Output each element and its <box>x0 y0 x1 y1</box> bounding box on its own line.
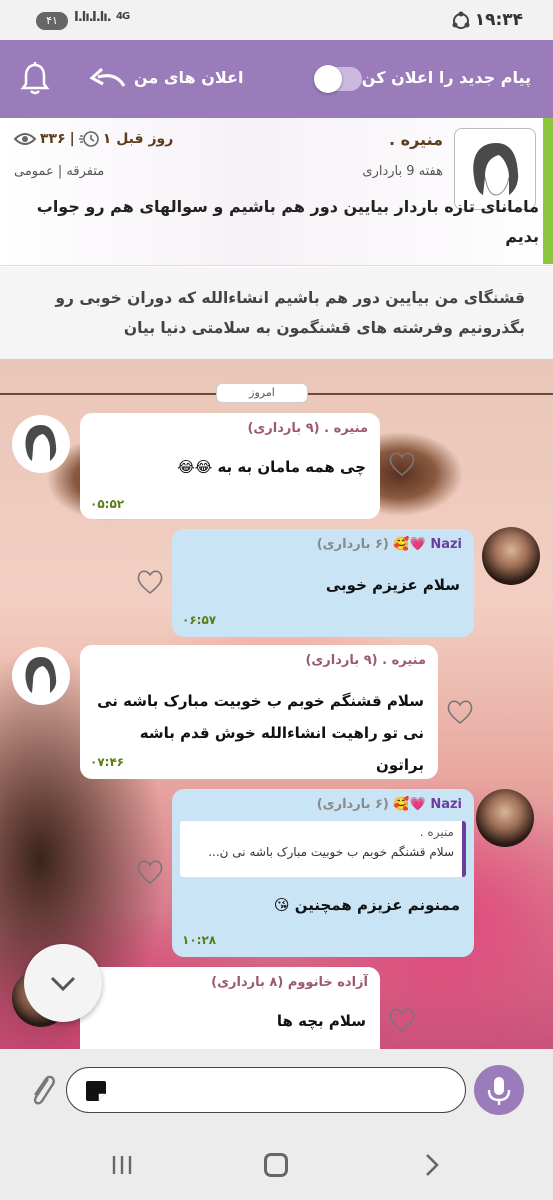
message-text: ممنونم عزیزم همچنین 😘 <box>273 896 460 914</box>
bell-icon[interactable] <box>20 62 50 96</box>
post-meta: ۳۳۶ | ۱ روز قبل <box>14 130 173 148</box>
status-bar: ۴۱ I.lı. I.lı. 4G ۱۹:۳۴ <box>0 0 553 40</box>
quote-sender: منیره . <box>419 825 454 839</box>
notify-toggle[interactable] <box>314 65 362 93</box>
heart-icon[interactable] <box>136 569 164 595</box>
paperclip-icon[interactable] <box>26 1069 58 1109</box>
message-time: ۰۶:۵۷ <box>182 613 217 627</box>
message-time: ۱۰:۲۸ <box>182 933 217 947</box>
avatar-hair-icon <box>25 657 57 693</box>
clock: ۱۹:۳۴ <box>474 10 523 30</box>
message-bubble[interactable]: Nazi 💗🥰 (۶ بارداری) منیره . سلام قشنگم خ… <box>172 789 474 957</box>
battery-indicator: ۴۱ <box>36 12 68 30</box>
microphone-icon <box>487 1077 511 1105</box>
network-type: 4G <box>116 11 130 22</box>
message-text: سلام عزیزم خوبی <box>325 576 460 594</box>
sender-emoji: 💗🥰 <box>393 537 426 552</box>
scroll-to-bottom-button[interactable] <box>24 944 102 1022</box>
sender-emoji: 💗🥰 <box>393 797 426 812</box>
sync-icon <box>452 11 470 29</box>
back-arrow-icon[interactable] <box>88 66 128 92</box>
post-title: مامانای تازه باردار بیایین دور هم باشیم … <box>36 197 539 246</box>
heart-icon[interactable] <box>388 451 416 477</box>
date-chip: امروز <box>216 383 308 403</box>
message-sender[interactable]: Nazi 💗🥰 (۶ بارداری) <box>317 537 462 552</box>
sticker-icon[interactable] <box>83 1078 109 1104</box>
clock-icon <box>78 131 99 147</box>
nav-back-icon[interactable] <box>422 1153 442 1177</box>
message-bubble[interactable]: آزاده خانووم (۸ بارداری) سلام بچه ها <box>80 967 380 1049</box>
message-sender[interactable]: منیره . (۹ بارداری) <box>305 653 426 668</box>
meta-divider: | <box>69 131 75 147</box>
quoted-message[interactable]: منیره . سلام قشنگم خوبم ب خوبیت مبارک با… <box>180 821 466 877</box>
sender-avatar[interactable] <box>482 527 540 585</box>
chat-area[interactable]: امروز منیره . (۹ بارداری) چی همه مامان ب… <box>0 359 553 1049</box>
message-bubble[interactable]: منیره . (۹ بارداری) سلام قشنگم خوبم ب خو… <box>80 645 438 779</box>
message-time: ۰۵:۵۲ <box>90 497 125 511</box>
post-time-ago: ۱ روز قبل <box>102 131 174 147</box>
message-text: سلام بچه ها <box>276 1012 366 1030</box>
system-nav-bar <box>0 1131 553 1200</box>
sender-nick: Nazi <box>430 797 462 812</box>
post-author-week: هفته 9 بارداری <box>362 164 443 179</box>
sender-week: (۶ بارداری) <box>316 537 389 552</box>
post-description: قشنگای من بیایین دور هم باشیم انشاءالله … <box>0 267 553 359</box>
toggle-knob <box>314 65 342 93</box>
sender-avatar[interactable] <box>476 789 534 847</box>
message-sender[interactable]: منیره . (۹ بارداری) <box>247 421 368 436</box>
message-time: ۰۷:۴۶ <box>90 755 125 769</box>
home-icon[interactable] <box>264 1153 288 1177</box>
message-input[interactable] <box>66 1067 466 1113</box>
microphone-button[interactable] <box>474 1065 524 1115</box>
sender-nick: Nazi <box>430 537 462 552</box>
avatar-hair-icon <box>25 425 57 461</box>
message-bubble[interactable]: منیره . (۹ بارداری) چی همه مامان به به 😂… <box>80 413 380 519</box>
heart-icon[interactable] <box>388 1007 416 1033</box>
views-count: ۳۳۶ <box>40 131 66 147</box>
post-category: متفرقه | عمومی <box>14 164 105 179</box>
recent-apps-icon[interactable] <box>110 1153 134 1177</box>
message-input-bar <box>0 1049 553 1131</box>
heart-icon[interactable] <box>136 859 164 885</box>
message-text: سلام قشنگم خوبم ب خوبیت مبارک باشه نی نی… <box>97 692 424 774</box>
message-text: چی همه مامان به به 😂😂 <box>177 458 366 476</box>
chevron-down-icon <box>50 976 76 992</box>
message-bubble[interactable]: Nazi 💗🥰 (۶ بارداری) سلام عزیزم خوبی ۰۶:۵… <box>172 529 474 637</box>
message-sender[interactable]: Nazi 💗🥰 (۶ بارداری) <box>317 797 462 812</box>
message-sender[interactable]: آزاده خانووم (۸ بارداری) <box>211 975 368 990</box>
post-author-name[interactable]: منیره . <box>389 130 443 149</box>
post-accent-bar <box>543 118 553 264</box>
top-bar: اعلان های من پیام جدید را اعلان کن <box>0 40 553 118</box>
sender-avatar[interactable] <box>12 415 70 473</box>
notify-new-label: پیام جدید را اعلان کن <box>361 68 531 87</box>
heart-icon[interactable] <box>446 699 474 725</box>
signal-icon: I.lı. <box>74 10 94 25</box>
sender-avatar[interactable] <box>12 647 70 705</box>
quote-text: سلام قشنگم خوبم ب خوبیت مبارک باشه نی ن.… <box>208 845 454 859</box>
sender-week: (۶ بارداری) <box>316 797 389 812</box>
signal-icon: I.lı. <box>92 10 112 25</box>
post-header: منیره . هفته 9 بارداری ۳۳۶ | ۱ روز قبل م… <box>0 118 553 266</box>
eye-icon <box>14 133 36 145</box>
my-notifications-link[interactable]: اعلان های من <box>134 68 243 87</box>
